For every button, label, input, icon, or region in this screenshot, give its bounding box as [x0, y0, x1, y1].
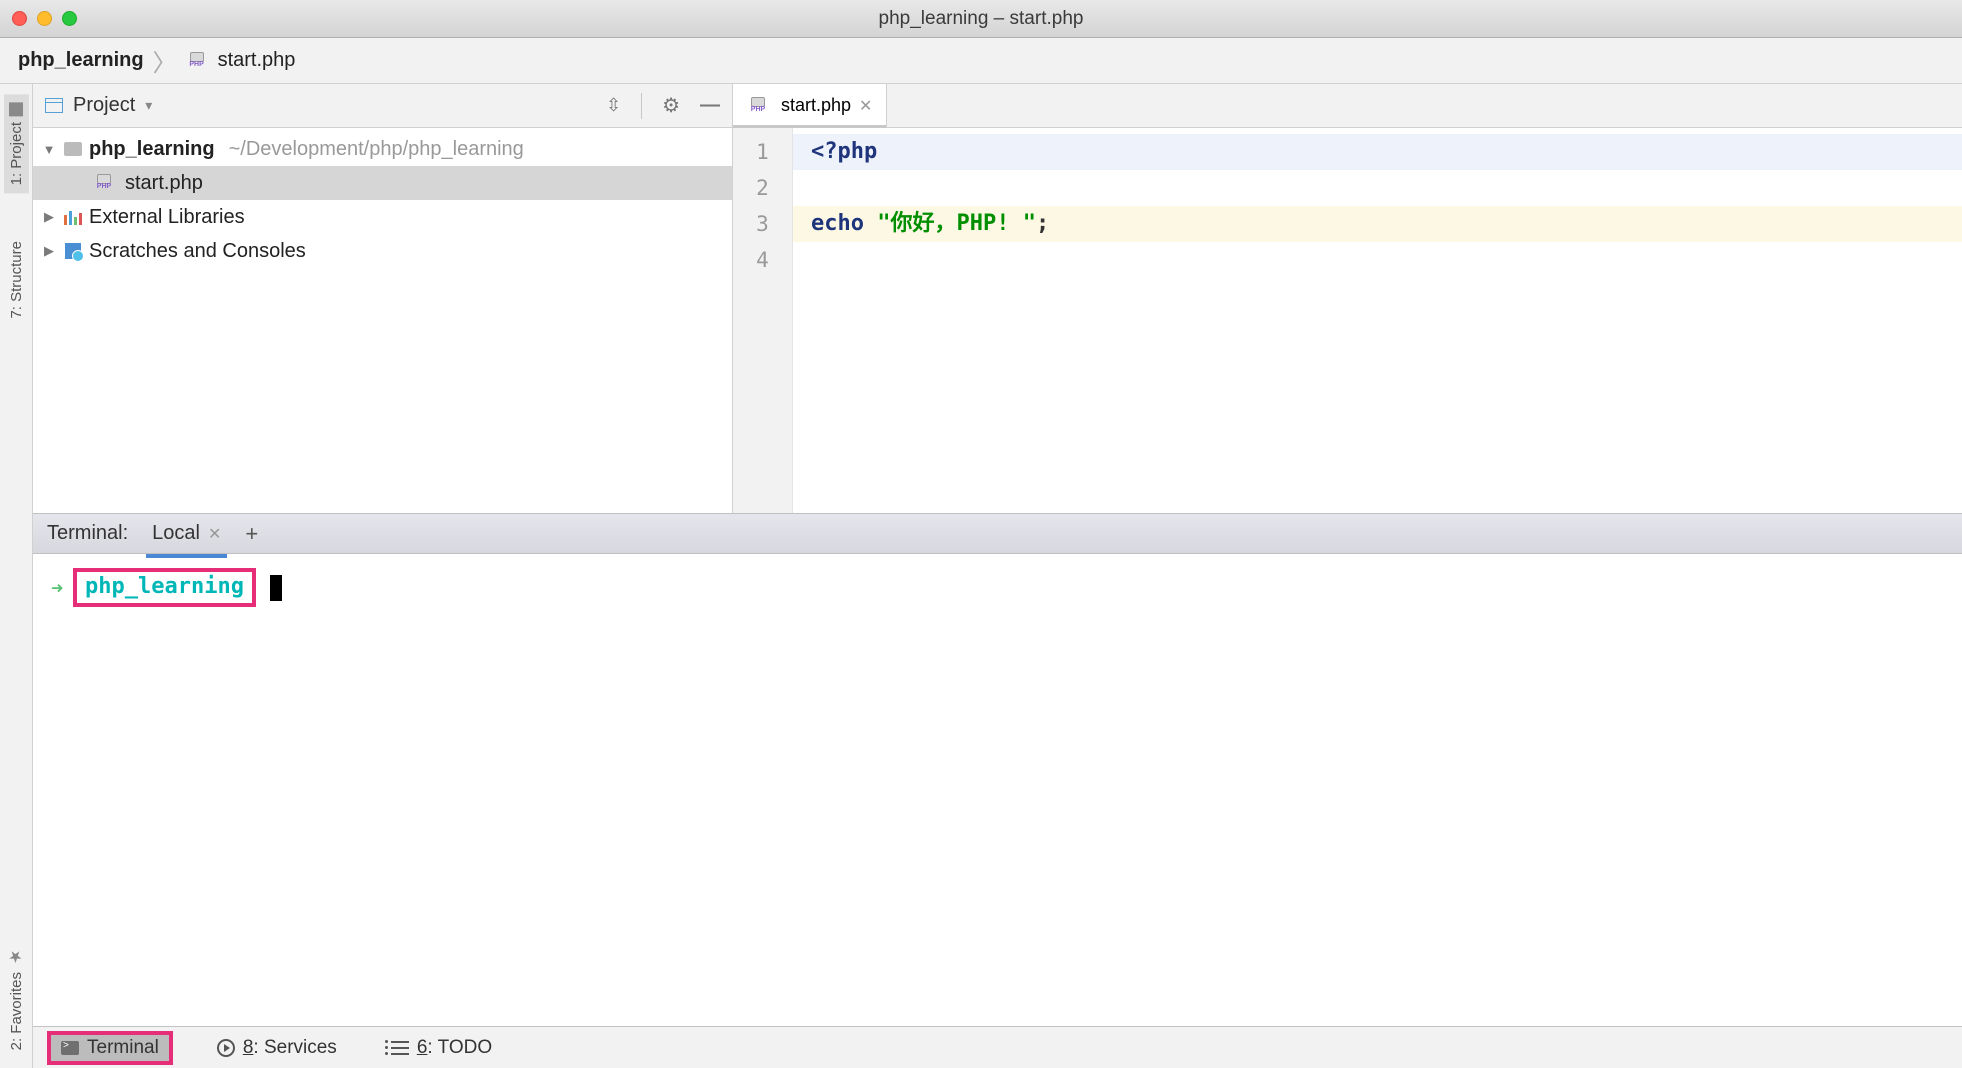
tree-external-libraries[interactable]: ▶ External Libraries — [33, 200, 732, 234]
terminal-panel: Terminal: Local ✕ + ➜ php_learning — [33, 514, 1962, 1026]
project-view-icon — [45, 98, 63, 113]
editor-tabs: PHP start.php ✕ — [733, 84, 1962, 128]
tree-file-startphp[interactable]: PHP start.php — [33, 166, 732, 200]
prompt-arrow-icon: ➜ — [51, 576, 63, 600]
star-icon: ★ — [7, 947, 26, 966]
tree-scratches[interactable]: ▶ Scratches and Consoles — [33, 234, 732, 268]
close-icon[interactable]: ✕ — [208, 524, 221, 544]
code-token: ; — [1036, 211, 1049, 236]
terminal-title: Terminal: — [47, 522, 128, 545]
structure-icon — [9, 221, 23, 235]
php-file-icon: PHP — [93, 174, 115, 192]
breadcrumb-sep-icon: 〉 — [153, 43, 177, 78]
project-panel-header: Project ▾ ⇳ ⚙ — — [33, 84, 732, 128]
rail-tab-project[interactable]: 1: Project — [4, 94, 29, 193]
hide-panel-icon[interactable]: — — [700, 94, 720, 117]
bottom-tab-terminal[interactable]: Terminal — [47, 1031, 173, 1065]
php-file-icon: PHP — [186, 52, 208, 70]
tree-file-label: start.php — [125, 172, 203, 195]
code-token: echo — [811, 211, 877, 236]
bottom-tab-todo[interactable]: 6: TODO — [381, 1033, 502, 1063]
editor-tab-label: start.php — [781, 95, 851, 116]
close-window-button[interactable] — [12, 11, 27, 26]
annotation-highlight: php_learning — [73, 568, 256, 607]
breadcrumb: php_learning 〉 PHP start.php — [0, 38, 1962, 84]
rail-tab-structure[interactable]: 7: Structure — [4, 213, 29, 327]
terminal-cursor — [270, 575, 282, 601]
terminal-tab-local[interactable]: Local ✕ — [146, 518, 227, 549]
gutter-line: 3 — [733, 206, 792, 242]
terminal-icon — [61, 1041, 79, 1055]
chevron-right-icon[interactable]: ▶ — [41, 209, 57, 225]
editor-panel: PHP start.php ✕ 1 2 3 4 <?ph — [733, 84, 1962, 513]
window-title: php_learning – start.php — [879, 8, 1084, 30]
project-panel-title[interactable]: Project — [73, 94, 135, 117]
title-bar: php_learning – start.php — [0, 0, 1962, 38]
editor-tab-startphp[interactable]: PHP start.php ✕ — [733, 84, 887, 127]
code-token: "你好，PHP! " — [877, 211, 1036, 236]
rail-project-label: 1: Project — [8, 122, 25, 185]
terminal-tabs: Terminal: Local ✕ + — [33, 514, 1962, 554]
close-icon[interactable]: ✕ — [859, 96, 872, 116]
scratches-icon — [65, 243, 81, 259]
bottom-status-bar: Terminal 8: Services 6: TODO — [33, 1026, 1962, 1068]
rail-tab-favorites[interactable]: 2: Favorites ★ — [3, 939, 30, 1058]
project-panel: Project ▾ ⇳ ⚙ — ▼ php_learning ~/Develop… — [33, 84, 733, 513]
rail-favorites-label: 2: Favorites — [8, 972, 25, 1050]
project-tree: ▼ php_learning ~/Development/php/php_lea… — [33, 128, 732, 272]
chevron-right-icon[interactable]: ▶ — [41, 243, 57, 259]
minimize-window-button[interactable] — [37, 11, 52, 26]
terminal-prompt: ➜ php_learning — [51, 568, 1944, 607]
code-area[interactable]: <?php echo "你好，PHP! "; — [793, 128, 1962, 513]
chevron-down-icon[interactable]: ▼ — [41, 142, 57, 157]
chevron-down-icon[interactable]: ▾ — [145, 97, 152, 114]
bottom-tab-services[interactable]: 8: Services — [207, 1033, 347, 1063]
tree-root[interactable]: ▼ php_learning ~/Development/php/php_lea… — [33, 132, 732, 166]
separator — [641, 93, 642, 119]
gutter-line: 1 — [733, 134, 792, 170]
terminal-cwd: php_learning — [85, 574, 244, 599]
breadcrumb-project[interactable]: php_learning — [18, 49, 144, 72]
bottom-todo-label: 6: TODO — [417, 1037, 492, 1059]
traffic-lights — [12, 11, 77, 26]
left-rail: 1: Project 7: Structure 2: Favorites ★ — [0, 84, 33, 1068]
editor-gutter: 1 2 3 4 — [733, 128, 793, 513]
gutter-line: 2 — [733, 170, 792, 206]
editor-body[interactable]: 1 2 3 4 <?php echo "你好，PHP! "; — [733, 128, 1962, 513]
bottom-terminal-label: Terminal — [87, 1037, 159, 1059]
bottom-services-label: 8: Services — [243, 1037, 337, 1059]
php-file-icon: PHP — [747, 97, 769, 115]
current-line-highlight — [793, 134, 1962, 170]
tree-root-name: php_learning — [89, 138, 215, 161]
rail-structure-label: 7: Structure — [8, 241, 25, 319]
code-token: <?php — [811, 139, 877, 164]
add-terminal-button[interactable]: + — [245, 521, 258, 547]
tree-scratches-label: Scratches and Consoles — [89, 240, 306, 263]
gutter-line: 4 — [733, 242, 792, 278]
collapse-all-icon[interactable]: ⇳ — [606, 95, 621, 116]
maximize-window-button[interactable] — [62, 11, 77, 26]
folder-icon — [64, 142, 82, 156]
tree-extlib-label: External Libraries — [89, 206, 245, 229]
folder-icon — [9, 102, 23, 116]
libraries-icon — [64, 209, 82, 225]
terminal-tab-label: Local — [152, 522, 200, 545]
breadcrumb-file[interactable]: start.php — [218, 49, 296, 72]
gear-icon[interactable]: ⚙ — [662, 93, 680, 118]
play-icon — [217, 1039, 235, 1057]
tree-root-path: ~/Development/php/php_learning — [229, 138, 524, 161]
list-icon — [391, 1041, 409, 1055]
terminal-body[interactable]: ➜ php_learning — [33, 554, 1962, 1026]
